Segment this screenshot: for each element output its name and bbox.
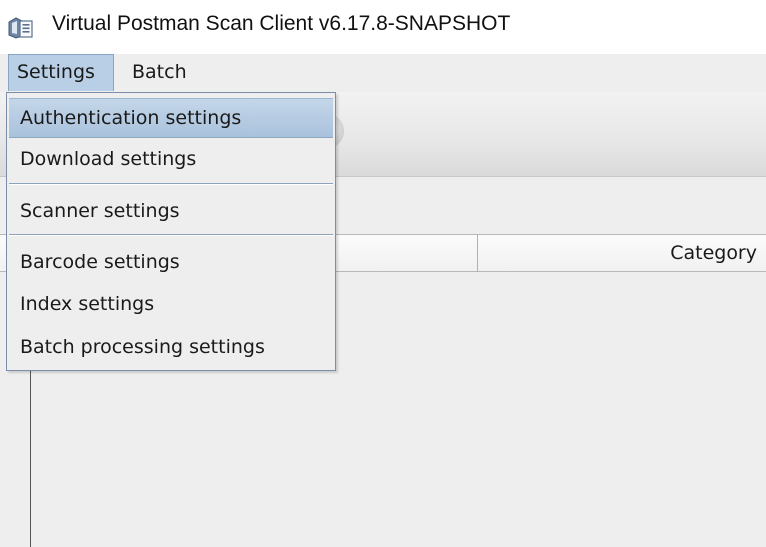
menu-item-index-settings[interactable]: Index settings (9, 284, 333, 324)
menu-item-authentication-settings[interactable]: Authentication settings (9, 98, 333, 138)
menu-item-batch-processing-settings[interactable]: Batch processing settings (9, 327, 333, 367)
window-title: Virtual Postman Scan Client v6.17.8-SNAP… (52, 12, 511, 35)
column-header-category[interactable]: Category (479, 235, 757, 271)
settings-dropdown-menu: Authentication settings Download setting… (6, 92, 336, 371)
scanner-app-icon[interactable] (8, 16, 34, 40)
menu-item-scanner-settings[interactable]: Scanner settings (9, 191, 333, 231)
column-divider[interactable] (477, 235, 478, 272)
menu-batch[interactable]: Batch (124, 54, 195, 91)
menu-bar: Settings Batch (0, 54, 766, 92)
menu-separator (9, 234, 333, 236)
menu-settings[interactable]: Settings (8, 54, 114, 91)
window-titlebar: Virtual Postman Scan Client v6.17.8-SNAP… (0, 0, 766, 54)
menu-item-barcode-settings[interactable]: Barcode settings (9, 242, 333, 282)
menu-separator (9, 183, 333, 185)
menu-item-download-settings[interactable]: Download settings (9, 139, 333, 179)
